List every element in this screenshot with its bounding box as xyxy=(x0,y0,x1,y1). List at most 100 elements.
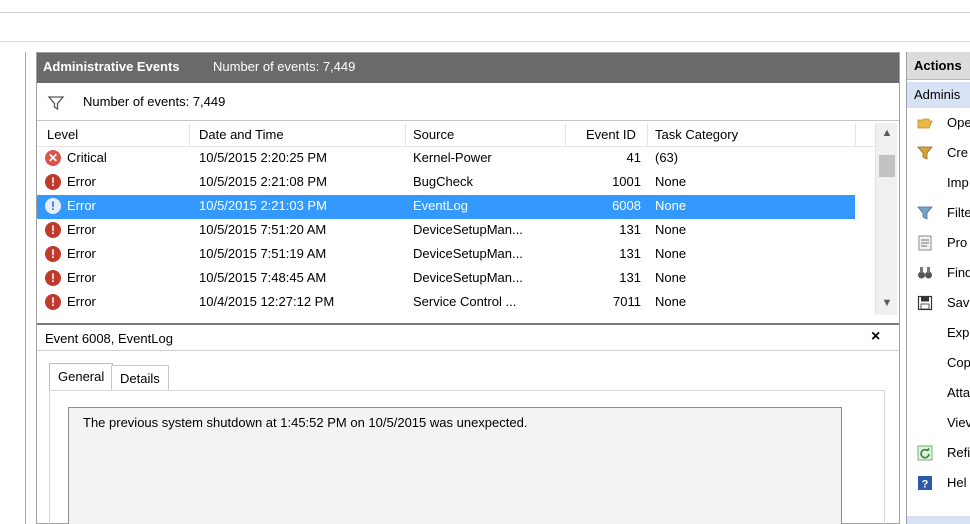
column-header-source[interactable]: Source xyxy=(413,127,454,142)
error-icon: ! xyxy=(45,246,61,262)
action-properties[interactable]: Pro xyxy=(907,228,970,258)
scrollbar-thumb[interactable] xyxy=(879,155,895,177)
error-icon: ! xyxy=(45,198,61,214)
action-label: Atta xyxy=(947,385,970,400)
event-viewer-main-pane: Administrative Events Number of events: … xyxy=(36,52,900,524)
cell-task-category: None xyxy=(655,294,687,309)
action-import[interactable]: Imp xyxy=(907,168,970,198)
action-copy[interactable]: Cop xyxy=(907,348,970,378)
actions-pane: Actions Adminis Ope Cre Imp Filte Pro Fi… xyxy=(906,52,970,524)
svg-text:?: ? xyxy=(922,479,929,491)
action-attach[interactable]: Atta xyxy=(907,378,970,408)
close-icon[interactable]: × xyxy=(871,328,880,346)
cell-date: 10/4/2015 12:27:12 PM xyxy=(199,294,335,309)
filter-icon xyxy=(917,206,933,220)
action-label: Imp xyxy=(947,175,969,190)
console-tree-pane[interactable] xyxy=(0,52,26,524)
cell-task-category: None xyxy=(655,222,687,237)
cell-date: 10/5/2015 2:20:25 PM xyxy=(199,150,327,165)
cell-event-id: 7011 xyxy=(613,294,641,309)
event-list-title: Administrative Events xyxy=(43,59,180,74)
table-row[interactable]: ! Error 10/5/2015 2:21:08 PM BugCheck 10… xyxy=(37,171,855,195)
cell-source: DeviceSetupMan... xyxy=(413,246,523,261)
help-icon: ? xyxy=(918,476,932,491)
column-header-task-category[interactable]: Task Category xyxy=(655,127,738,142)
action-label: Filte xyxy=(947,205,970,220)
refresh-icon xyxy=(917,445,933,461)
column-header-date-time[interactable]: Date and Time xyxy=(199,127,284,142)
find-binoculars-icon xyxy=(918,267,932,279)
action-help[interactable]: ? Hel xyxy=(907,468,970,498)
cell-level: Error xyxy=(67,198,96,213)
cell-event-id: 41 xyxy=(626,150,641,165)
error-icon: ! xyxy=(45,294,61,310)
table-row[interactable]: ! Error 10/4/2015 12:27:12 PM Service Co… xyxy=(37,291,855,313)
cell-date: 10/5/2015 2:21:08 PM xyxy=(199,174,327,189)
table-row[interactable]: ! Error 10/5/2015 7:51:19 AM DeviceSetup… xyxy=(37,243,855,267)
action-label: Exp xyxy=(947,325,970,340)
create-filter-icon xyxy=(917,146,933,160)
properties-icon xyxy=(918,235,932,251)
event-detail-pane: Event 6008, EventLog × General Details T… xyxy=(37,323,899,524)
action-label: Find xyxy=(947,265,970,280)
event-description[interactable]: The previous system shutdown at 1:45:52 … xyxy=(68,407,842,524)
filter-bar: Number of events: 7,449 xyxy=(37,85,899,121)
action-filter[interactable]: Filte xyxy=(907,198,970,228)
filter-icon xyxy=(47,96,65,111)
general-tab-panel: The previous system shutdown at 1:45:52 … xyxy=(49,390,885,524)
actions-title: Actions xyxy=(907,52,970,80)
tab-details[interactable]: Details xyxy=(111,365,169,391)
cell-date: 10/5/2015 7:51:19 AM xyxy=(199,246,327,261)
toolbar-divider xyxy=(0,12,970,13)
action-label: Ope xyxy=(947,115,970,130)
column-separator[interactable] xyxy=(405,123,406,147)
cell-level: Error xyxy=(67,174,96,189)
top-toolbar xyxy=(0,0,970,42)
action-find[interactable]: Find xyxy=(907,258,970,288)
cell-event-id: 1001 xyxy=(612,174,641,189)
error-icon: ! xyxy=(45,174,61,190)
column-separator[interactable] xyxy=(647,123,648,147)
tab-general[interactable]: General xyxy=(49,363,114,391)
actions-section-footer xyxy=(907,516,970,524)
cell-task-category: (63) xyxy=(655,150,679,165)
actions-section-header[interactable]: Adminis xyxy=(907,82,970,108)
table-row[interactable]: ✕ Critical 10/5/2015 2:20:25 PM Kernel-P… xyxy=(37,147,855,171)
table-row[interactable]: ! Error 10/5/2015 7:48:45 AM DeviceSetup… xyxy=(37,267,855,291)
column-header-level[interactable]: Level xyxy=(47,127,78,142)
vertical-scrollbar[interactable]: ▲ ▼ xyxy=(875,123,897,315)
cell-level: Error xyxy=(67,270,96,285)
table-row-selected[interactable]: ! Error 10/5/2015 2:21:03 PM EventLog 60… xyxy=(37,195,855,219)
cell-date: 10/5/2015 2:21:03 PM xyxy=(199,198,327,213)
table-header: Level Date and Time Source Event ID Task… xyxy=(37,123,877,147)
cell-source: BugCheck xyxy=(413,174,473,189)
action-export[interactable]: Exp xyxy=(907,318,970,348)
cell-source: DeviceSetupMan... xyxy=(413,270,523,285)
action-label: Refi xyxy=(947,445,970,460)
action-refresh[interactable]: Refi xyxy=(907,438,970,468)
action-label: Viev xyxy=(947,415,970,430)
event-count-label: Number of events: 7,449 xyxy=(213,59,356,74)
events-table: Level Date and Time Source Event ID Task… xyxy=(37,123,899,315)
scroll-down-arrow-icon[interactable]: ▼ xyxy=(880,297,894,309)
action-view[interactable]: Viev xyxy=(907,408,970,438)
action-open[interactable]: Ope xyxy=(907,108,970,138)
cell-level: Error xyxy=(67,294,96,309)
filter-count-text: Number of events: 7,449 xyxy=(83,94,226,109)
column-separator[interactable] xyxy=(189,123,190,147)
action-create-filter[interactable]: Cre xyxy=(907,138,970,168)
action-label: Hel xyxy=(947,475,967,490)
table-row[interactable]: ! Error 10/5/2015 7:51:20 AM DeviceSetup… xyxy=(37,219,855,243)
action-save[interactable]: Sav xyxy=(907,288,970,318)
action-label: Sav xyxy=(947,295,970,310)
cell-task-category: None xyxy=(655,198,687,213)
column-separator[interactable] xyxy=(855,123,856,147)
scroll-up-arrow-icon[interactable]: ▲ xyxy=(880,127,894,139)
cell-date: 10/5/2015 7:48:45 AM xyxy=(199,270,327,285)
column-header-event-id[interactable]: Event ID xyxy=(586,127,636,142)
cell-level: Error xyxy=(67,222,96,237)
cell-event-id: 131 xyxy=(619,270,641,285)
cell-source: EventLog xyxy=(413,198,468,213)
column-separator[interactable] xyxy=(565,123,566,147)
cell-level: Error xyxy=(67,246,96,261)
